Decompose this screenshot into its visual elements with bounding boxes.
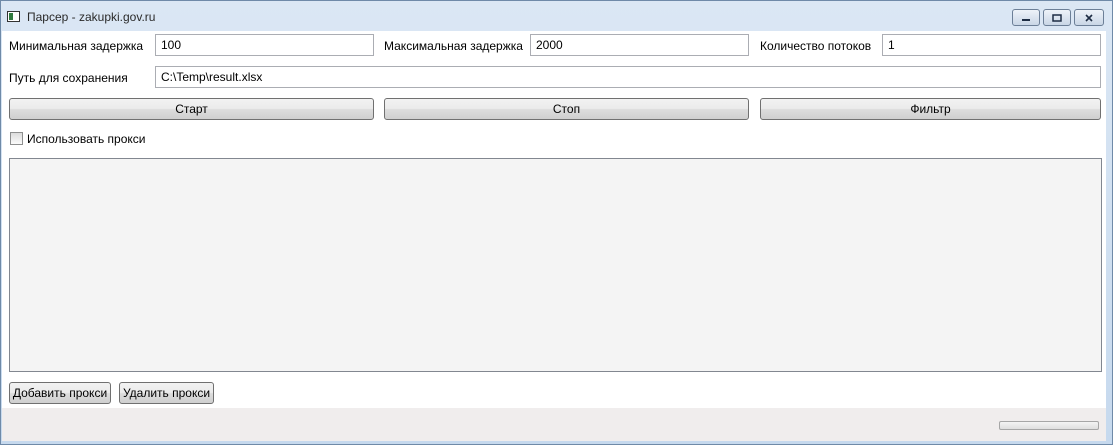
maximize-icon	[1052, 13, 1062, 22]
status-bar	[2, 408, 1106, 441]
threads-input[interactable]	[882, 34, 1101, 56]
use-proxy-checkbox[interactable]	[10, 132, 23, 145]
start-button[interactable]: Старт	[9, 98, 374, 120]
max-delay-label: Максимальная задержка	[384, 39, 523, 53]
use-proxy-label[interactable]: Использовать прокси	[27, 132, 146, 146]
stop-button[interactable]: Стоп	[384, 98, 749, 120]
window-title: Парсер - zakupki.gov.ru	[27, 10, 156, 24]
app-window: Парсер - zakupki.gov.ru Минимальная заде…	[0, 0, 1113, 445]
progress-bar	[999, 421, 1099, 430]
max-delay-input[interactable]	[530, 34, 749, 56]
save-path-label: Путь для сохранения	[9, 71, 128, 85]
add-proxy-button[interactable]: Добавить прокси	[9, 382, 111, 404]
window-controls	[1012, 9, 1104, 26]
minimize-button[interactable]	[1012, 9, 1040, 26]
close-icon	[1085, 13, 1093, 22]
save-path-input[interactable]	[155, 66, 1101, 88]
app-icon	[7, 11, 20, 22]
threads-label: Количество потоков	[760, 39, 872, 53]
minimize-icon	[1022, 18, 1030, 21]
filter-button[interactable]: Фильтр	[760, 98, 1101, 120]
min-delay-input[interactable]	[155, 34, 374, 56]
proxy-list[interactable]	[9, 158, 1102, 372]
min-delay-label: Минимальная задержка	[9, 39, 144, 53]
close-button[interactable]	[1074, 9, 1104, 26]
remove-proxy-button[interactable]: Удалить прокси	[119, 382, 214, 404]
title-bar[interactable]: Парсер - zakupki.gov.ru	[1, 1, 1112, 31]
main-panel: Минимальная задержка Максимальная задерж…	[2, 31, 1106, 441]
maximize-button[interactable]	[1043, 9, 1071, 26]
